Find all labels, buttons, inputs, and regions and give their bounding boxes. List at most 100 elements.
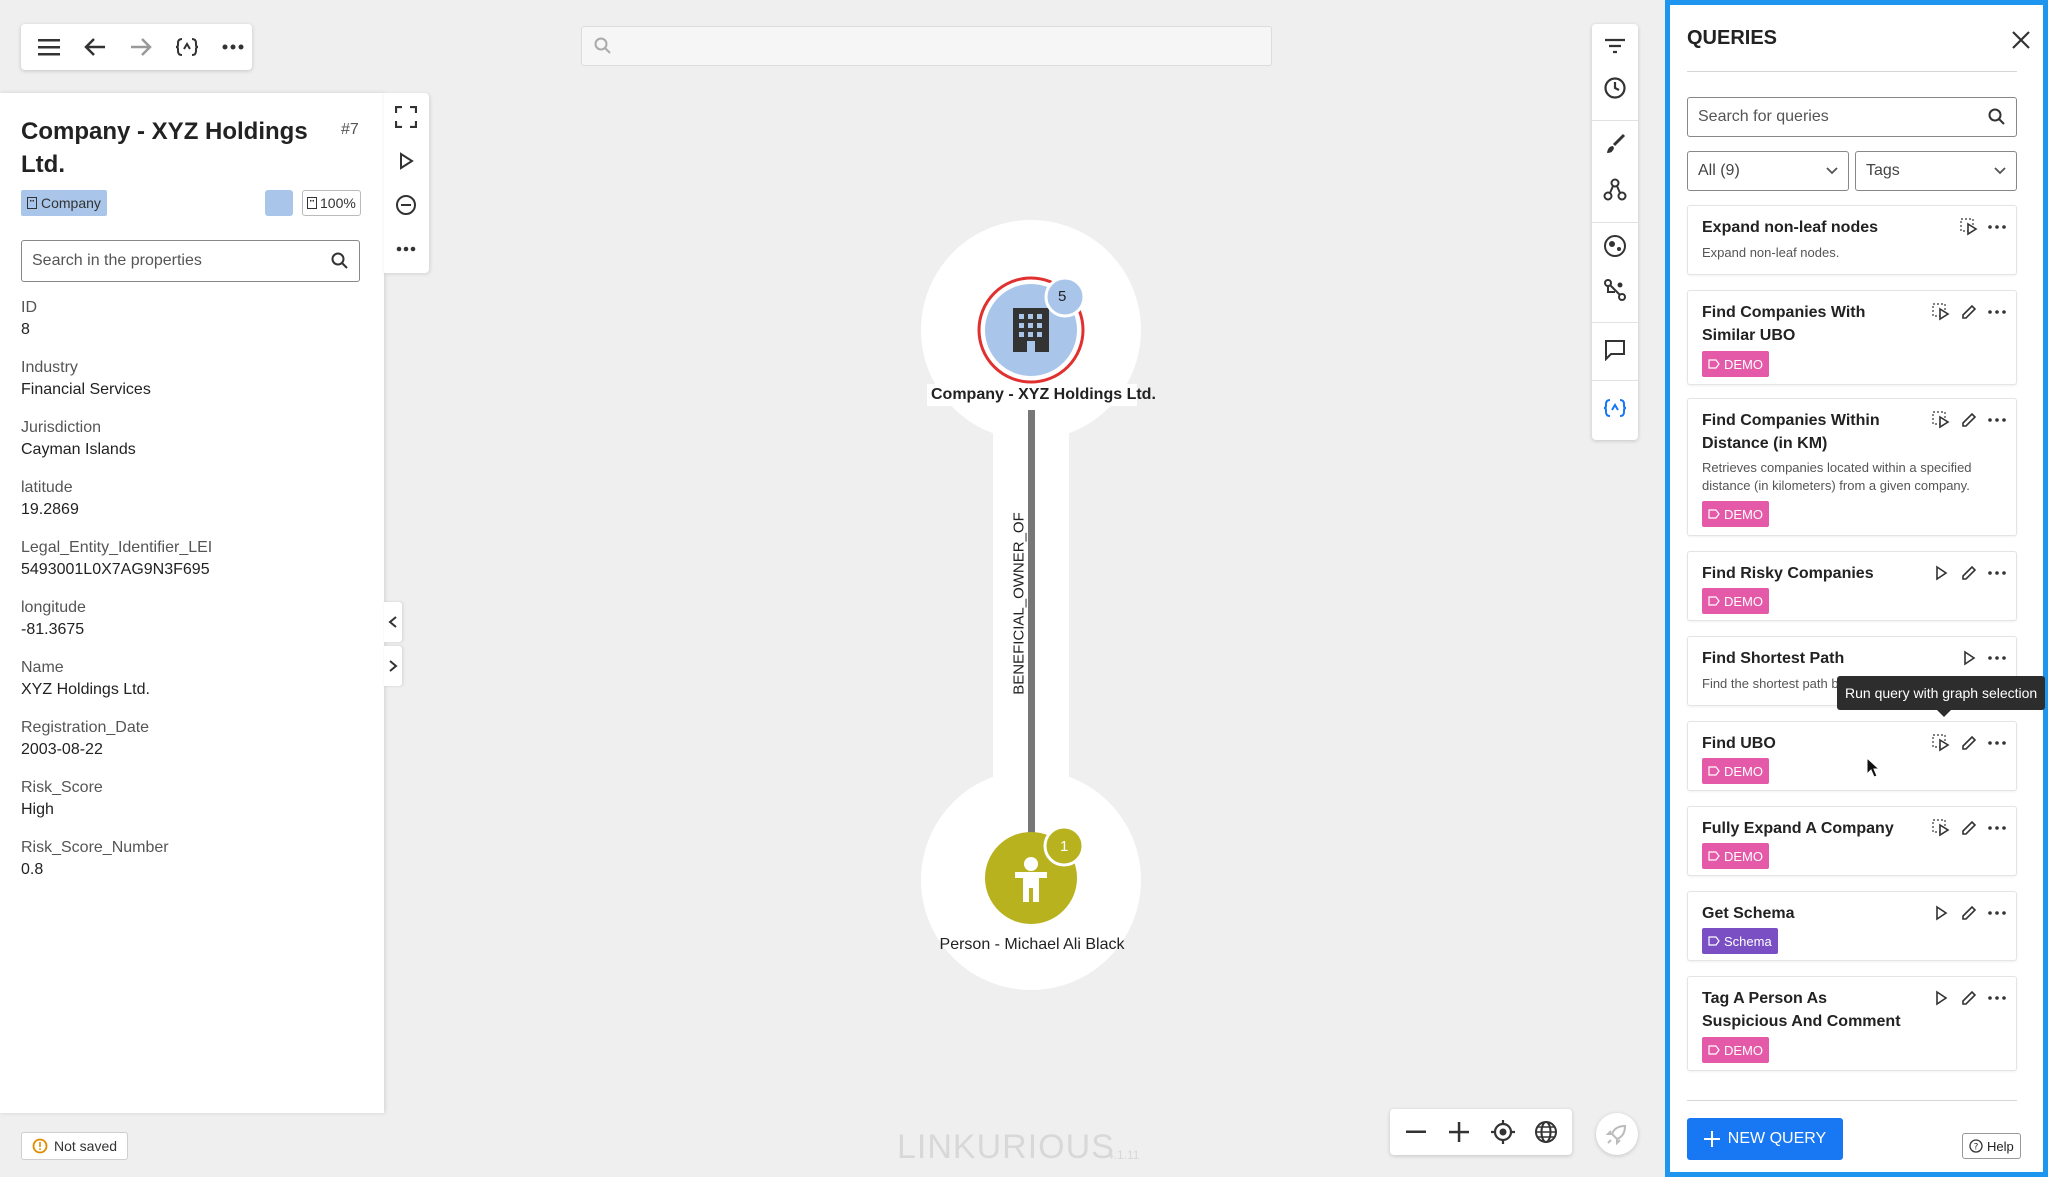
forward-button[interactable] bbox=[123, 29, 159, 65]
query-card[interactable]: Find Companies Within Distance (in KM) R… bbox=[1687, 398, 2017, 536]
collapse-panel-button[interactable] bbox=[384, 602, 402, 642]
expand-panel-button[interactable] bbox=[384, 646, 402, 686]
query-tag[interactable]: DEMO bbox=[1702, 758, 1769, 784]
node-size-control[interactable]: 100% bbox=[302, 190, 361, 216]
menu-icon bbox=[38, 39, 60, 56]
queries-tags-value: Tags bbox=[1866, 162, 1900, 179]
query-tag[interactable]: DEMO bbox=[1702, 1037, 1769, 1063]
queries-search-input[interactable] bbox=[1698, 108, 1988, 126]
run-query-button[interactable] bbox=[1930, 902, 1952, 924]
locate-button[interactable] bbox=[1485, 1114, 1521, 1150]
property-key: Jurisdiction bbox=[21, 419, 102, 436]
graph-search-input[interactable] bbox=[620, 27, 1271, 65]
run-selection-button[interactable] bbox=[1958, 216, 1980, 238]
query-card[interactable]: Get Schema Schema bbox=[1687, 891, 2017, 961]
query-description: Expand non-leaf nodes. bbox=[1702, 245, 1840, 260]
queries-search[interactable] bbox=[1687, 97, 2017, 137]
run-selection-button[interactable] bbox=[1930, 301, 1952, 323]
edit-query-button[interactable] bbox=[1958, 902, 1980, 924]
edit-query-button[interactable] bbox=[1958, 987, 1980, 1009]
query-more-button[interactable] bbox=[1986, 732, 2008, 754]
run-button[interactable] bbox=[390, 145, 422, 177]
fullscreen-button[interactable] bbox=[390, 101, 422, 133]
locate-icon bbox=[1490, 1120, 1515, 1144]
pencil-icon bbox=[1962, 565, 1977, 580]
query-more-button[interactable] bbox=[1986, 902, 2008, 924]
query-more-button[interactable] bbox=[1986, 647, 2008, 669]
edge-line[interactable] bbox=[1028, 410, 1035, 835]
zoom-in-button[interactable] bbox=[1441, 1114, 1477, 1150]
property-value: 5493001L0X7AG9N3F695 bbox=[21, 561, 210, 578]
edit-query-button[interactable] bbox=[1958, 301, 1980, 323]
help-button[interactable]: ? Help bbox=[1962, 1133, 2021, 1159]
edit-query-button[interactable] bbox=[1958, 817, 1980, 839]
node-more-button[interactable] bbox=[390, 233, 422, 265]
back-button[interactable] bbox=[77, 29, 113, 65]
run-selection-icon bbox=[1932, 819, 1950, 837]
query-card[interactable]: Expand non-leaf nodes Expand non-leaf no… bbox=[1687, 205, 2017, 275]
pencil-icon bbox=[1962, 735, 1977, 750]
properties-search[interactable] bbox=[21, 240, 360, 282]
query-more-button[interactable] bbox=[1986, 987, 2008, 1009]
edit-query-button[interactable] bbox=[1958, 409, 1980, 431]
new-query-button[interactable]: NEW QUERY bbox=[1687, 1118, 1843, 1160]
query-more-button[interactable] bbox=[1986, 216, 2008, 238]
node-color-swatch[interactable] bbox=[265, 190, 293, 216]
query-tag[interactable]: Schema bbox=[1702, 928, 1778, 954]
query-card[interactable]: Find Companies With Similar UBO DEMO bbox=[1687, 290, 2017, 385]
toolbar-divider bbox=[1592, 120, 1638, 121]
graph-nodes-icon bbox=[1603, 178, 1627, 201]
timeline-button[interactable] bbox=[1599, 72, 1631, 104]
query-more-button[interactable] bbox=[1986, 562, 2008, 584]
fullscreen-icon bbox=[395, 106, 417, 128]
run-selection-button[interactable] bbox=[1930, 409, 1952, 431]
run-query-button[interactable] bbox=[1958, 647, 1980, 669]
query-card[interactable]: Find Risky Companies DEMO bbox=[1687, 551, 2017, 621]
company-node-label[interactable]: Company - XYZ Holdings Ltd. bbox=[927, 384, 1156, 406]
query-more-button[interactable] bbox=[1986, 301, 2008, 323]
query-more-button[interactable] bbox=[1986, 409, 2008, 431]
close-queries-button[interactable] bbox=[2006, 25, 2036, 55]
query-tag[interactable]: DEMO bbox=[1702, 843, 1769, 869]
styles-button[interactable] bbox=[1599, 174, 1631, 206]
node-category-badge[interactable]: Company bbox=[21, 190, 107, 216]
graph-search-bar[interactable] bbox=[581, 26, 1272, 66]
path-button[interactable] bbox=[1599, 274, 1631, 306]
filter-button[interactable] bbox=[1599, 30, 1631, 62]
design-button[interactable] bbox=[1599, 128, 1631, 160]
edge-label[interactable]: BENEFICIAL_OWNER_OF bbox=[1011, 504, 1028, 704]
query-card[interactable]: Fully Expand A Company DEMO bbox=[1687, 806, 2017, 876]
more-icon bbox=[1988, 656, 2006, 660]
query-card[interactable]: Find UBO DEMO bbox=[1687, 721, 2017, 791]
query-card[interactable]: Tag A Person As Suspicious And Comment D… bbox=[1687, 976, 2017, 1071]
person-count: 1 bbox=[1060, 838, 1069, 855]
more-button[interactable] bbox=[215, 29, 251, 65]
query-tag[interactable]: DEMO bbox=[1702, 351, 1769, 377]
layout-button[interactable] bbox=[1596, 1113, 1638, 1155]
query-button[interactable] bbox=[169, 29, 205, 65]
menu-button[interactable] bbox=[31, 29, 67, 65]
queries-filter-select[interactable]: All (9) bbox=[1687, 151, 1849, 191]
pencil-icon bbox=[1962, 820, 1977, 835]
query-tag[interactable]: DEMO bbox=[1702, 501, 1769, 527]
person-node-label[interactable]: Person - Michael Ali Black bbox=[937, 936, 1127, 954]
comments-button[interactable] bbox=[1599, 334, 1631, 366]
remove-button[interactable] bbox=[390, 189, 422, 221]
save-status-badge[interactable]: Not saved bbox=[21, 1132, 129, 1160]
zoom-out-button[interactable] bbox=[1398, 1114, 1434, 1150]
edit-query-button[interactable] bbox=[1958, 732, 1980, 754]
queries-tags-select[interactable]: Tags bbox=[1855, 151, 2017, 191]
geo-button[interactable] bbox=[1599, 230, 1631, 262]
query-tag[interactable]: DEMO bbox=[1702, 588, 1769, 614]
properties-search-input[interactable] bbox=[32, 252, 331, 270]
edit-query-button[interactable] bbox=[1958, 562, 1980, 584]
globe-button[interactable] bbox=[1528, 1114, 1564, 1150]
run-query-button[interactable] bbox=[1930, 987, 1952, 1009]
run-selection-button[interactable] bbox=[1930, 817, 1952, 839]
queries-button[interactable] bbox=[1599, 392, 1631, 424]
run-query-button[interactable] bbox=[1930, 562, 1952, 584]
queries-panel: QUERIES All (9) Tags Expand non-leaf nod… bbox=[1665, 0, 2048, 1177]
query-more-button[interactable] bbox=[1986, 817, 2008, 839]
query-icon bbox=[175, 38, 199, 56]
run-selection-button[interactable] bbox=[1930, 732, 1952, 754]
